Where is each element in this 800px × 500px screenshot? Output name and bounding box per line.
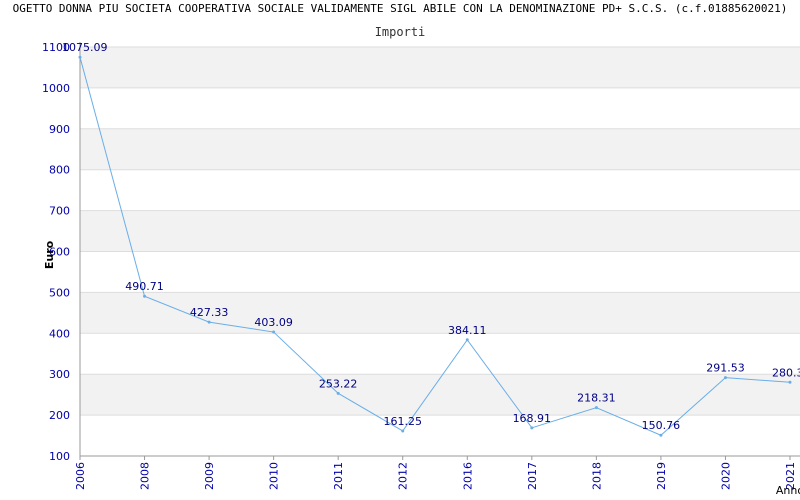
data-point bbox=[78, 55, 82, 59]
x-tick-label: 2017 bbox=[526, 462, 539, 490]
data-label: 253.22 bbox=[319, 377, 358, 390]
grid-band bbox=[80, 292, 800, 334]
grid-band bbox=[80, 210, 800, 252]
y-tick-label: 300 bbox=[49, 368, 70, 381]
x-tick-label: 2010 bbox=[268, 462, 281, 490]
y-tick-label: 400 bbox=[49, 327, 70, 340]
data-point bbox=[143, 294, 147, 298]
data-label: 218.31 bbox=[577, 392, 616, 405]
data-point bbox=[465, 338, 469, 342]
x-ticks: 2006 2008 2009 2010 2011 2012 2016 2017 2018 2019… bbox=[74, 456, 797, 490]
y-tick-label: 100 bbox=[49, 450, 70, 463]
x-axis-label: Anno bbox=[776, 484, 800, 497]
y-tick-label: 500 bbox=[49, 286, 70, 299]
x-tick-label: 2009 bbox=[203, 462, 216, 490]
data-point bbox=[401, 429, 405, 433]
data-label: 403.09 bbox=[254, 316, 293, 329]
y-tick-label: 800 bbox=[49, 164, 70, 177]
data-label: 150.76 bbox=[642, 419, 681, 432]
data-label: 280.3 bbox=[772, 366, 800, 379]
x-tick-label: 2018 bbox=[590, 462, 603, 490]
x-tick-label: 2020 bbox=[719, 462, 732, 490]
grid-band bbox=[80, 374, 800, 416]
y-axis-label: Euro bbox=[43, 240, 56, 269]
data-point bbox=[788, 380, 792, 384]
data-label: 291.53 bbox=[706, 362, 745, 375]
grid-band bbox=[80, 128, 800, 170]
data-label: 168.91 bbox=[513, 412, 552, 425]
y-tick-label: 1000 bbox=[42, 82, 70, 95]
data-point bbox=[272, 330, 276, 334]
grid-band bbox=[80, 47, 800, 88]
data-point bbox=[659, 433, 663, 437]
data-point bbox=[207, 320, 211, 324]
y-tick-label: 200 bbox=[49, 409, 70, 422]
y-tick-label: 900 bbox=[49, 123, 70, 136]
x-tick-label: 2006 bbox=[74, 462, 87, 490]
x-tick-label: 2016 bbox=[461, 462, 474, 490]
data-label: 490.71 bbox=[125, 280, 164, 293]
data-label: 1075.09 bbox=[62, 41, 108, 54]
line-chart: 10020030040050060070080090010001100 2006… bbox=[42, 41, 800, 497]
x-tick-label: 2012 bbox=[397, 462, 410, 490]
data-point bbox=[336, 391, 340, 395]
x-tick-label: 2019 bbox=[655, 462, 668, 490]
data-label: 161.25 bbox=[383, 415, 422, 428]
y-tick-label: 700 bbox=[49, 205, 70, 218]
x-tick-label: 2011 bbox=[332, 462, 345, 490]
data-point bbox=[530, 426, 534, 430]
data-label: 384.11 bbox=[448, 324, 487, 337]
data-point bbox=[723, 376, 727, 380]
data-point bbox=[594, 406, 598, 410]
grid-bands bbox=[80, 47, 800, 416]
data-label: 427.33 bbox=[190, 306, 229, 319]
x-tick-label: 2008 bbox=[139, 462, 152, 490]
